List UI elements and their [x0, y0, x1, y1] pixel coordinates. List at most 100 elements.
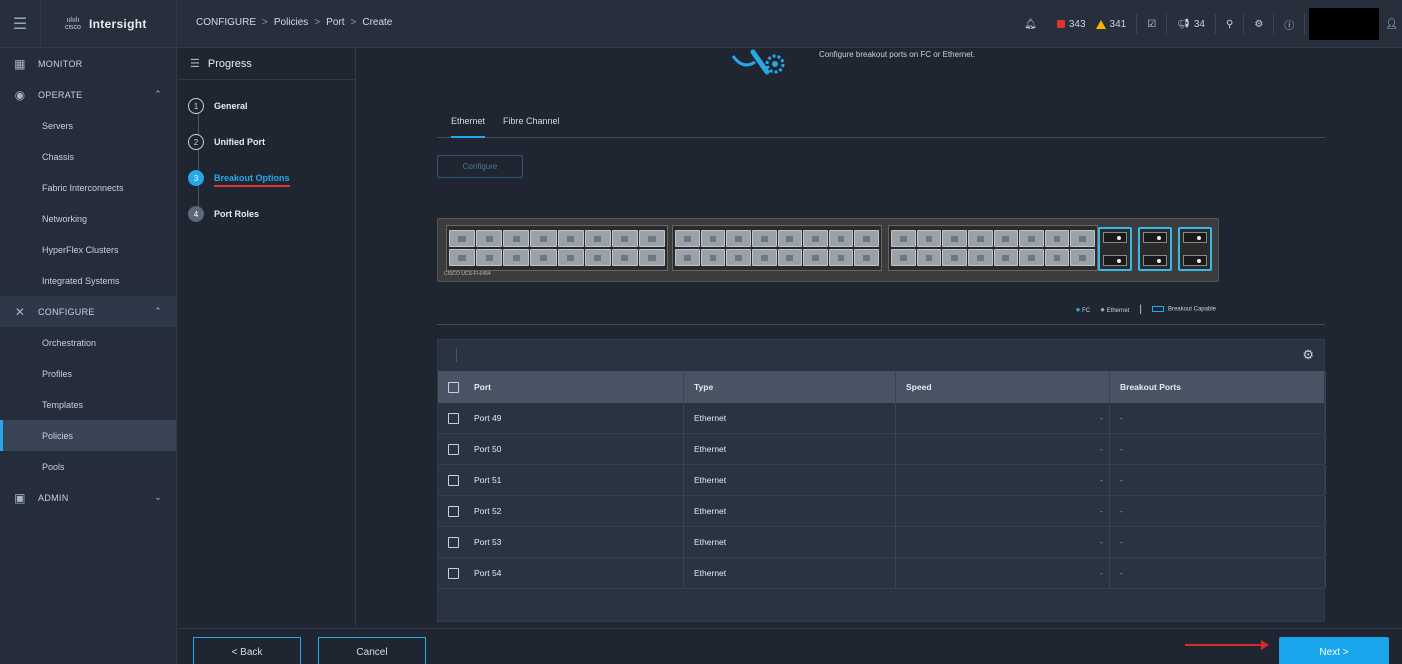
row-checkbox[interactable] — [448, 474, 459, 486]
sidebar-item-integrated-systems[interactable]: Integrated Systems — [0, 265, 176, 296]
step-breakout-options[interactable]: 3 Breakout Options — [188, 170, 355, 206]
table-row[interactable]: Port 52 Ethernet - - — [438, 496, 1326, 527]
port[interactable] — [751, 230, 777, 247]
port[interactable] — [891, 249, 916, 266]
port[interactable] — [1070, 230, 1095, 247]
port[interactable] — [449, 230, 476, 247]
port[interactable] — [584, 249, 611, 266]
port[interactable] — [530, 230, 557, 247]
port[interactable] — [503, 230, 530, 247]
port[interactable] — [530, 249, 557, 266]
qsfp-port[interactable] — [1103, 232, 1127, 243]
port[interactable] — [557, 230, 584, 247]
row-checkbox[interactable] — [448, 536, 459, 548]
sidebar-section-operate[interactable]: ◉ OPERATE ⌃ — [0, 79, 176, 110]
announcements[interactable]: 📢︎ 34 — [1167, 0, 1215, 48]
table-row[interactable]: Port 50 Ethernet - - — [438, 434, 1326, 465]
port[interactable] — [993, 230, 1019, 247]
brand[interactable]: ıılıılı cisco Intersight — [40, 0, 177, 48]
alarms-critical[interactable]: 343 341 — [1047, 0, 1136, 48]
qsfp-port[interactable] — [1103, 255, 1127, 266]
gear-icon[interactable]: ⚙ — [1302, 347, 1314, 363]
qsfp-pair-3[interactable] — [1178, 227, 1212, 271]
sidebar-item-pools[interactable]: Pools — [0, 451, 176, 482]
port[interactable] — [967, 230, 993, 247]
port[interactable] — [993, 249, 1019, 266]
port[interactable] — [916, 249, 942, 266]
row-checkbox[interactable] — [448, 567, 459, 579]
port[interactable] — [777, 249, 803, 266]
sidebar-item-templates[interactable]: Templates — [0, 389, 176, 420]
row-checkbox[interactable] — [448, 443, 459, 455]
port[interactable] — [675, 230, 700, 247]
step-unified-port[interactable]: 2 Unified Port — [188, 134, 355, 170]
table-search-input[interactable] — [456, 348, 457, 362]
port[interactable] — [611, 230, 638, 247]
qsfp-port[interactable] — [1183, 232, 1207, 243]
row-checkbox[interactable] — [448, 505, 459, 517]
table-row[interactable]: Port 49 Ethernet - - — [438, 403, 1326, 434]
breadcrumb-configure[interactable]: CONFIGURE — [196, 17, 256, 28]
port[interactable] — [967, 249, 993, 266]
port[interactable] — [611, 249, 638, 266]
configure-button[interactable]: Configure — [437, 155, 523, 178]
tab-fibre-channel[interactable]: Fibre Channel — [503, 108, 560, 138]
user-name-redacted[interactable] — [1309, 8, 1380, 40]
qsfp-pair-1[interactable] — [1098, 227, 1132, 271]
sidebar-item-hyperflex-clusters[interactable]: HyperFlex Clusters — [0, 234, 176, 265]
port[interactable] — [675, 249, 700, 266]
help-icon[interactable]: ⓘ — [1274, 0, 1304, 48]
port[interactable] — [449, 249, 476, 266]
port[interactable] — [1044, 249, 1070, 266]
select-all-checkbox[interactable] — [448, 381, 459, 393]
sidebar-section-monitor[interactable]: ▦ MONITOR — [0, 48, 176, 79]
sidebar-item-policies[interactable]: Policies — [0, 420, 176, 451]
step-port-roles[interactable]: 4 Port Roles — [188, 206, 355, 242]
port[interactable] — [777, 230, 803, 247]
qsfp-port[interactable] — [1143, 255, 1167, 266]
sidebar-item-chassis[interactable]: Chassis — [0, 141, 176, 172]
qsfp-port[interactable] — [1143, 232, 1167, 243]
port[interactable] — [700, 249, 726, 266]
port[interactable] — [1019, 249, 1044, 266]
port[interactable] — [891, 230, 916, 247]
qsfp-port[interactable] — [1183, 255, 1207, 266]
cancel-button[interactable]: Cancel — [318, 637, 426, 664]
sidebar-item-profiles[interactable]: Profiles — [0, 358, 176, 389]
next-button[interactable]: Next > — [1279, 637, 1389, 664]
qsfp-pair-2[interactable] — [1138, 227, 1172, 271]
port[interactable] — [726, 249, 751, 266]
table-row[interactable]: Port 51 Ethernet - - — [438, 465, 1326, 496]
header-port[interactable]: Port — [438, 371, 684, 403]
port[interactable] — [557, 249, 584, 266]
port[interactable] — [942, 230, 967, 247]
sidebar-item-orchestration[interactable]: Orchestration — [0, 327, 176, 358]
port[interactable] — [1019, 230, 1044, 247]
sidebar-section-configure[interactable]: ✕ CONFIGURE ⌃ — [0, 296, 176, 327]
port[interactable] — [726, 230, 751, 247]
port[interactable] — [854, 230, 879, 247]
port[interactable] — [476, 230, 503, 247]
table-row[interactable]: Port 53 Ethernet - - — [438, 527, 1326, 558]
menu-icon[interactable]: ☰ — [0, 0, 40, 48]
tab-ethernet[interactable]: Ethernet — [451, 108, 486, 138]
header-breakout-ports[interactable]: Breakout Ports — [1110, 371, 1326, 403]
tasks-icon[interactable]: ☑ — [1137, 0, 1166, 48]
user-icon[interactable]: 👤︎ — [1385, 0, 1402, 48]
search-icon[interactable]: ⚲ — [1216, 0, 1243, 48]
port[interactable] — [803, 249, 828, 266]
port[interactable] — [751, 249, 777, 266]
port[interactable] — [700, 230, 726, 247]
row-checkbox[interactable] — [448, 412, 459, 424]
bell-icon[interactable]: 🔔︎ — [1014, 0, 1047, 48]
step-general[interactable]: 1 General — [188, 98, 355, 134]
breadcrumb-port[interactable]: Port — [326, 17, 344, 28]
sidebar-section-admin[interactable]: ▣ ADMIN ⌄ — [0, 482, 176, 513]
port[interactable] — [584, 230, 611, 247]
port[interactable] — [828, 230, 854, 247]
back-button[interactable]: < Back — [193, 637, 301, 664]
breadcrumb-policies[interactable]: Policies — [274, 17, 308, 28]
port[interactable] — [854, 249, 879, 266]
port[interactable] — [1044, 230, 1070, 247]
port[interactable] — [942, 249, 967, 266]
